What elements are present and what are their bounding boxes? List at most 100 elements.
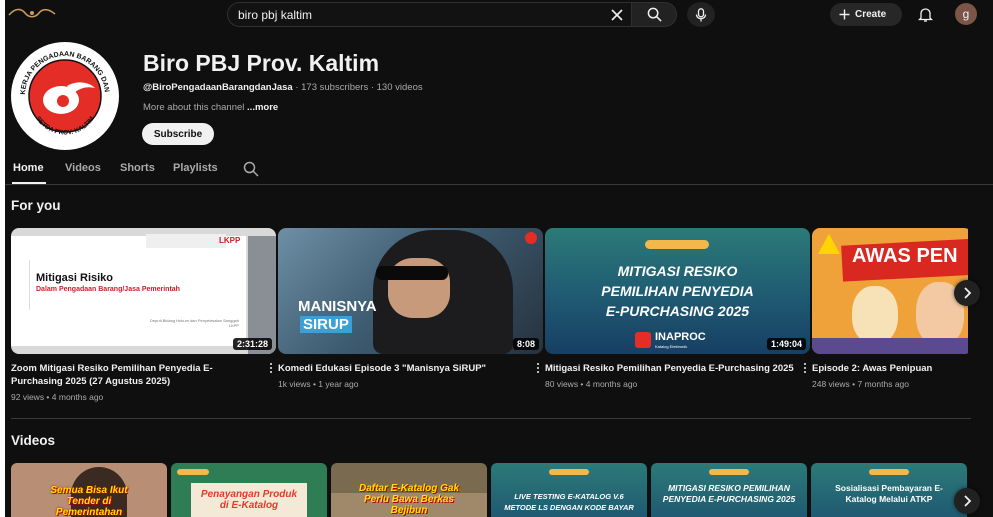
top-bar: biro pbj kaltim Create g	[5, 0, 993, 30]
thumbnail-heading: Mitigasi Risiko	[36, 272, 114, 284]
chevron-right-icon	[963, 287, 971, 299]
video-thumbnail[interactable]: MITIGASI RESIKO PEMILIHAN PENYEDIA E-PUR…	[545, 228, 810, 354]
channel-description-link[interactable]: More about this channel ...more	[143, 102, 278, 113]
thumbnail-header-logos	[869, 469, 909, 475]
thumbnail-brand-sub: Katalog Elektronik	[655, 344, 688, 349]
video-thumbnail[interactable]: LIVE TESTING E-KATALOG V.6 METODE LS DEN…	[491, 463, 647, 517]
search-icon	[647, 7, 662, 22]
channel-stats: · 173 subscribers · 130 videos	[292, 82, 423, 93]
microphone-icon	[695, 7, 707, 21]
video-thumbnail[interactable]: MITIGASI RESIKO PEMILIHAN PENYEDIA E-PUR…	[651, 463, 807, 517]
tab-playlists[interactable]: Playlists	[173, 162, 218, 174]
thumbnail-line-1: MITIGASI RESIKO	[617, 263, 738, 279]
ornament-logo-icon[interactable]	[7, 6, 57, 20]
voice-search-button[interactable]	[687, 2, 715, 27]
thumbnail-line-2: PEMILIHAN PENYEDIA	[601, 283, 754, 299]
video-meta: 92 views • 4 months ago	[11, 392, 104, 402]
video-title[interactable]: Zoom Mitigasi Resiko Pemilihan Penyedia …	[11, 362, 276, 388]
video-title[interactable]: Komedi Edukasi Episode 3 "Manisnya SiRUP…	[278, 362, 543, 375]
thumbnail-footer: Deputi Bidang Hukum dan Penyelesaian San…	[150, 318, 239, 328]
thumbnail-line-3: E-PURCHASING 2025	[605, 303, 750, 319]
video-duration: 1:49:04	[766, 338, 806, 350]
videos-heading: Videos	[11, 433, 56, 448]
channel-logo: UNIT KERJA PENGADAAN BARANG DAN JASA SET…	[11, 42, 118, 149]
thumbnail-badge	[177, 469, 209, 475]
youtube-channel-page: biro pbj kaltim Create g KERJA PENGADAAN…	[5, 0, 993, 517]
video-title[interactable]: Mitigasi Resiko Pemilihan Penyedia E-Pur…	[545, 362, 810, 375]
thumbnail-header-logos	[645, 240, 709, 249]
thumbnail-badge	[525, 232, 537, 244]
video-meta: 80 views • 4 months ago	[545, 379, 638, 389]
plus-icon	[839, 9, 850, 20]
more-link[interactable]: ...more	[247, 102, 278, 113]
account-avatar[interactable]: g	[955, 3, 977, 25]
tab-videos[interactable]: Videos	[65, 162, 101, 174]
thumbnail-participant-strip	[248, 236, 276, 354]
clear-icon[interactable]	[608, 6, 626, 24]
section-divider	[11, 418, 971, 419]
thumbnail-panel	[146, 234, 226, 248]
video-meta: 1k views • 1 year ago	[278, 379, 359, 389]
thumbnail-text: MITIGASI RESIKO PEMILIHAN PENYEDIA E-PUR…	[662, 483, 796, 504]
active-tab-indicator	[12, 182, 46, 184]
more-options-icon[interactable]	[266, 361, 276, 375]
subscribe-button[interactable]: Subscribe	[142, 123, 214, 145]
tab-home[interactable]: Home	[13, 162, 44, 174]
channel-search-icon[interactable]	[243, 161, 259, 177]
tab-shorts[interactable]: Shorts	[120, 162, 155, 174]
video-meta: 248 views • 7 months ago	[812, 379, 910, 389]
thumbnail-subheading: Dalam Pengadaan Barang/Jasa Pemerintah	[36, 286, 180, 293]
thumbnail-warning-icon	[818, 234, 840, 254]
channel-tabs: Home Videos Shorts Playlists	[5, 158, 993, 185]
notifications-button[interactable]	[914, 4, 936, 26]
channel-about-text: More about this channel	[143, 102, 248, 113]
video-card[interactable]: MANISNYA SIRUP 8:08 Komedi Edukasi Episo…	[278, 228, 543, 389]
video-thumbnail[interactable]: AWAS PEN	[812, 228, 968, 354]
for-you-heading: For you	[11, 198, 61, 213]
create-button[interactable]: Create	[830, 3, 902, 26]
video-thumbnail[interactable]: Daftar E-Katalog Gak Perlu Bawa Berkas B…	[331, 463, 487, 517]
video-thumbnail[interactable]: MANISNYA SIRUP 8:08	[278, 228, 543, 354]
video-thumbnail[interactable]: Semua Bisa Ikut Tender di Pemerintahan	[11, 463, 167, 517]
chevron-right-icon	[963, 495, 971, 507]
carousel-next-button[interactable]	[954, 280, 980, 306]
carousel-next-button[interactable]	[954, 488, 980, 514]
thumbnail-character-1	[852, 286, 898, 344]
video-thumbnail[interactable]: LKPP Mitigasi Risiko Dalam Pengadaan Bar…	[11, 228, 276, 354]
thumbnail-brand: INAPROC	[655, 331, 706, 343]
search-query[interactable]: biro pbj kaltim	[238, 8, 312, 22]
video-duration: 2:31:28	[232, 338, 272, 350]
thumbnail-logo: LKPP	[219, 236, 241, 245]
thumbnail-text: Semua Bisa Ikut Tender di Pemerintahan	[50, 485, 128, 517]
more-options-icon[interactable]	[800, 361, 810, 375]
thumbnail-text-1: MANISNYA	[298, 298, 377, 315]
thumbnail-title-box: Mitigasi Risiko Dalam Pengadaan Barang/J…	[29, 260, 224, 310]
create-label: Create	[855, 9, 887, 20]
video-card[interactable]: AWAS PEN Episode 2: Awas Penipuan 248 vi…	[812, 228, 968, 389]
more-options-icon[interactable]	[533, 361, 543, 375]
video-thumbnail[interactable]: Sosialisasi Pembayaran E-Katalog Melalui…	[811, 463, 967, 517]
thumbnail-ground	[812, 338, 968, 354]
video-card[interactable]: LKPP Mitigasi Risiko Dalam Pengadaan Bar…	[11, 228, 276, 402]
bell-icon	[917, 8, 933, 22]
video-card[interactable]: MITIGASI RESIKO PEMILIHAN PENYEDIA E-PUR…	[545, 228, 810, 389]
channel-avatar[interactable]: UNIT KERJA PENGADAAN BARANG DAN JASA SET…	[11, 42, 119, 150]
thumbnail-text-2: SIRUP	[300, 316, 352, 333]
search-input[interactable]: biro pbj kaltim	[227, 2, 633, 27]
thumbnail-text: Daftar E-Katalog Gak Perlu Bawa Berkas B…	[358, 483, 460, 516]
video-duration: 8:08	[512, 338, 539, 350]
video-title[interactable]: Episode 2: Awas Penipuan	[812, 362, 968, 375]
video-thumbnail[interactable]: Penayangan Produk di E-Katalog	[171, 463, 327, 517]
channel-meta: @BiroPengadaanBarangdanJasa · 173 subscr…	[143, 82, 423, 93]
channel-handle: @BiroPengadaanBarangdanJasa	[143, 82, 293, 93]
thumbnail-sunglasses	[376, 266, 448, 280]
channel-name: Biro PBJ Prov. Kaltim	[143, 50, 380, 76]
thumbnail-header-logos	[709, 469, 749, 475]
thumbnail-banner-text: AWAS PEN	[852, 245, 958, 267]
thumbnail-brand-icon	[635, 332, 651, 348]
thumbnail-header-logos	[549, 469, 589, 475]
search-button[interactable]	[631, 2, 677, 27]
thumbnail-text: Sosialisasi Pembayaran E-Katalog Melalui…	[835, 483, 943, 504]
thumbnail-text: LIVE TESTING E-KATALOG V.6 METODE LS DEN…	[504, 492, 634, 512]
thumbnail-text: Penayangan Produk di E-Katalog	[200, 489, 298, 511]
